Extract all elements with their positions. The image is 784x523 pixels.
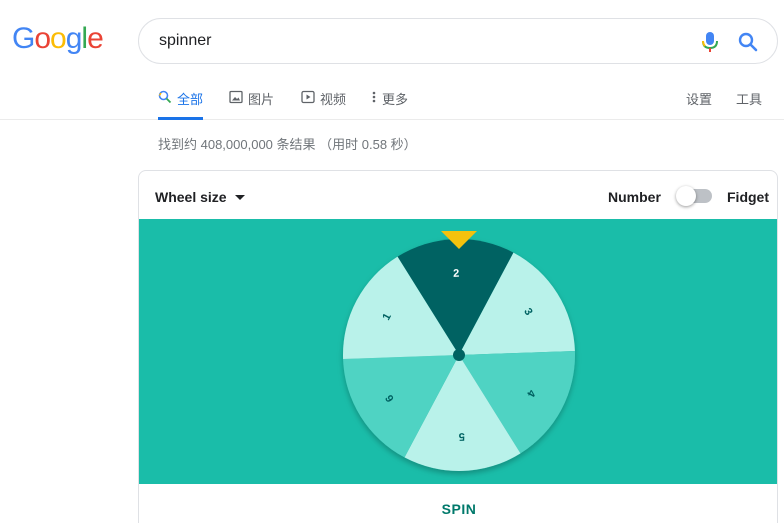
logo-letter: e <box>87 22 104 55</box>
google-logo[interactable]: Google <box>12 22 104 55</box>
image-icon <box>229 90 243 104</box>
mode-toggle[interactable] <box>676 186 714 206</box>
wheel-size-dropdown[interactable]: Wheel size <box>155 189 245 205</box>
mode-fidget-label[interactable]: Fidget <box>727 189 769 205</box>
spinner-wheel[interactable]: 234561 <box>139 219 778 484</box>
tab-label: 全部 <box>177 92 204 107</box>
logo-letter: o <box>34 22 51 55</box>
spinner-header: Wheel size Number Fidget <box>139 171 777 219</box>
mode-number-label[interactable]: Number <box>608 189 661 205</box>
tab-videos[interactable]: 视频 <box>301 89 346 120</box>
spinner-card: Wheel size Number Fidget 234561 SPIN <box>138 170 778 523</box>
chevron-down-icon <box>234 194 245 200</box>
wheel-segment-label: 2 <box>453 268 460 280</box>
tab-more[interactable]: 更多 <box>371 89 408 120</box>
spin-button[interactable]: SPIN <box>139 484 777 523</box>
more-vert-icon <box>372 91 376 103</box>
wheel-size-label: Wheel size <box>155 189 227 205</box>
search-input[interactable] <box>159 30 679 52</box>
settings-link[interactable]: 设置 <box>686 89 712 108</box>
tab-label: 图片 <box>248 92 275 107</box>
play-icon <box>301 90 315 104</box>
toggle-knob <box>676 186 696 206</box>
tools-link[interactable]: 工具 <box>736 89 762 108</box>
search-icon[interactable] <box>736 30 760 54</box>
logo-letter: G <box>12 22 35 55</box>
tab-all[interactable]: 全部 <box>158 89 204 120</box>
tab-label: 更多 <box>382 92 409 107</box>
tab-images[interactable]: 图片 <box>229 89 274 120</box>
mic-icon[interactable] <box>699 30 721 54</box>
logo-letter: g <box>65 22 83 55</box>
tab-label: 视频 <box>320 92 347 107</box>
search-box <box>138 18 778 64</box>
spinner-stage: 234561 <box>139 219 778 484</box>
search-icon <box>158 90 172 104</box>
search-tabs: 全部 图片 视频 更多 设置 工具 <box>0 80 784 120</box>
result-stats: 找到约 408,000,000 条结果 （用时 0.58 秒） <box>158 137 417 152</box>
wheel-hub <box>453 349 465 361</box>
wheel-segment-label: 5 <box>459 430 466 442</box>
logo-letter: o <box>50 22 67 55</box>
